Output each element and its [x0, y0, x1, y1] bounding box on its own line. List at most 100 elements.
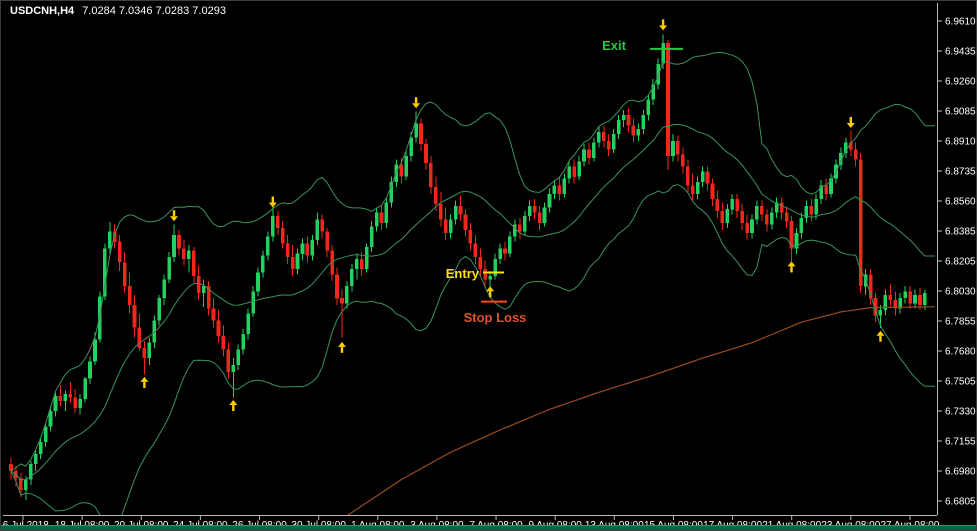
bull-candle	[157, 298, 161, 320]
buy-signal-arrow-icon[interactable]	[876, 331, 884, 342]
buy-signal-arrow-icon[interactable]	[338, 342, 346, 353]
bear-candle	[889, 295, 893, 300]
bear-candle	[444, 220, 448, 234]
bear-candle	[735, 199, 739, 211]
bull-candle	[404, 156, 408, 177]
sell-signal-arrow-icon[interactable]	[269, 197, 277, 208]
bull-candle	[261, 255, 265, 272]
sell-signal-arrow-icon[interactable]	[659, 19, 667, 30]
price-tick-label: 6.8205	[945, 257, 976, 268]
bear-candle	[602, 132, 606, 141]
sell-signal-arrow-icon[interactable]	[847, 117, 855, 128]
price-chart[interactable]: EntryStop LossExit6.96106.94356.92606.90…	[1, 1, 977, 531]
bull-candle	[696, 182, 700, 194]
bear-candle	[765, 214, 769, 224]
candle-wick	[65, 391, 66, 412]
stop-loss-label[interactable]: Stop Loss	[464, 310, 527, 325]
bull-candle	[879, 310, 883, 315]
bear-candle	[286, 244, 290, 258]
bear-candle	[424, 144, 428, 163]
bull-candle	[814, 199, 818, 214]
bull-candle	[755, 206, 759, 220]
price-axis[interactable]: 6.96106.94356.92606.90856.89106.87356.85…	[937, 17, 976, 508]
bear-candle	[607, 141, 611, 150]
bull-candle	[83, 379, 87, 400]
bear-candle	[854, 149, 858, 159]
bull-candle	[24, 480, 28, 490]
bull-candle	[39, 442, 43, 454]
bull-candle	[903, 291, 907, 298]
bull-candle	[78, 399, 82, 408]
bear-candle	[335, 274, 339, 298]
bull-candle	[148, 343, 152, 358]
bear-candle	[810, 206, 814, 215]
bollinger-upper-line[interactable]	[11, 53, 935, 472]
bull-candle	[34, 454, 38, 464]
bear-candle	[192, 250, 196, 276]
bull-candle	[246, 314, 250, 335]
bear-candle	[716, 199, 720, 211]
bull-candle	[301, 244, 305, 254]
bollinger-middle-line[interactable]	[11, 124, 935, 479]
entry-label[interactable]: Entry	[446, 266, 480, 281]
price-tick-label: 6.6805	[945, 497, 976, 508]
sell-signal-arrow-icon[interactable]	[412, 97, 420, 108]
bull-candle	[770, 213, 774, 225]
candle-wick	[60, 386, 61, 407]
bull-candle	[365, 247, 369, 269]
buy-signal-arrow-icon[interactable]	[788, 261, 796, 272]
bear-candle	[128, 286, 132, 305]
bear-candle	[340, 298, 344, 303]
bear-candle	[182, 249, 186, 259]
price-tick-label: 6.9085	[945, 107, 976, 118]
bull-candle	[592, 143, 596, 158]
price-tick-label: 6.8030	[945, 287, 976, 298]
bull-candle	[642, 115, 646, 129]
bear-candle	[676, 141, 680, 155]
bull-candle	[622, 115, 626, 120]
price-tick-label: 6.7155	[945, 437, 976, 448]
bull-candle	[103, 249, 107, 297]
bear-candle	[824, 185, 828, 194]
price-tick-label: 6.9610	[945, 17, 976, 28]
price-tick-label: 6.9260	[945, 77, 976, 88]
bull-candle	[553, 185, 557, 194]
bull-candle	[311, 240, 315, 255]
bull-candle	[508, 237, 512, 254]
bear-candle	[479, 257, 483, 269]
bear-candle	[711, 184, 715, 199]
bear-candle	[177, 235, 181, 249]
bull-candle	[513, 225, 517, 237]
bull-candle	[414, 124, 418, 138]
bear-candle	[464, 214, 468, 229]
bear-candle	[227, 350, 231, 372]
bear-candle	[459, 206, 463, 215]
bear-candle	[69, 394, 73, 397]
bull-candle	[701, 172, 705, 182]
bull-candle	[202, 286, 206, 293]
bull-candle	[671, 141, 675, 156]
bull-candle	[637, 129, 641, 136]
candle-wick	[342, 290, 343, 338]
slow-ma-line[interactable]	[337, 307, 935, 523]
bull-candle	[350, 269, 354, 286]
bear-candle	[785, 213, 789, 222]
status-strip	[1, 525, 976, 530]
bull-candle	[498, 249, 502, 259]
bear-candle	[306, 244, 310, 256]
bull-candle	[296, 254, 300, 269]
buy-signal-arrow-icon[interactable]	[229, 400, 237, 411]
bear-candle	[666, 43, 670, 156]
bear-candle	[291, 257, 295, 269]
bull-candle	[251, 291, 255, 313]
sell-signal-arrow-icon[interactable]	[170, 210, 178, 221]
buy-signal-arrow-icon[interactable]	[140, 377, 148, 388]
price-tick-label: 6.6980	[945, 467, 976, 478]
bull-candle	[54, 396, 58, 411]
bear-candle	[281, 228, 285, 243]
price-tick-label: 6.7505	[945, 377, 976, 388]
bull-candle	[730, 199, 734, 209]
bear-candle	[740, 211, 744, 223]
bear-candle	[212, 309, 216, 321]
exit-label[interactable]: Exit	[602, 38, 627, 53]
